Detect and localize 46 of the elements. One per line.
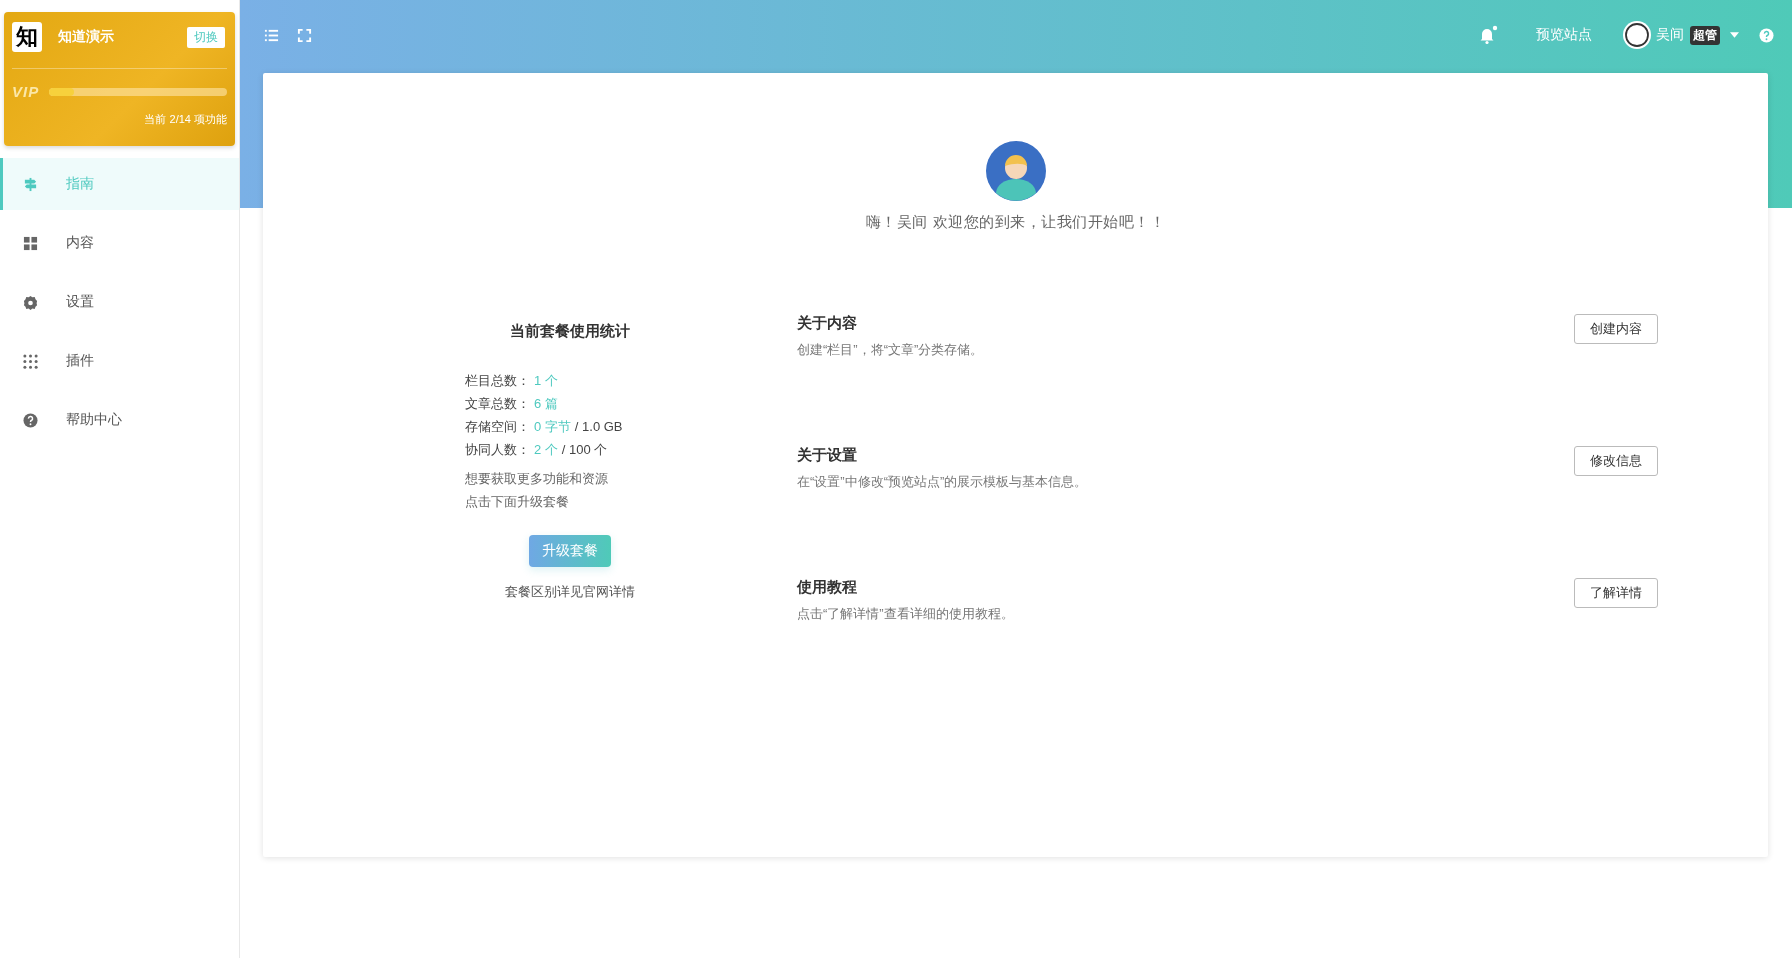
grid-icon [23,235,38,251]
caret-icon [1730,32,1739,38]
stat-label: 存储空间： [465,418,530,436]
section-description: 点击“了解详情”查看详细的使用教程。 [797,605,1014,623]
section-button[interactable]: 了解详情 [1574,578,1658,608]
role-badge: 超管 [1690,25,1720,45]
sidebar-item[interactable]: 内容 [0,217,239,269]
signpost-icon [23,176,38,192]
stat-label: 协同人数： [465,441,530,459]
help-icon[interactable] [1759,27,1774,43]
section-title: 关于设置 [797,446,858,465]
sidebar-item[interactable]: 设置 [0,276,239,328]
plan-title: 当前套餐使用统计 [510,322,630,341]
vip-label: VIP [12,83,40,100]
stat-limit: / 100 个 [561,441,608,459]
bell-icon[interactable] [1478,25,1498,45]
hint-text: 点击下面升级套餐 [465,493,570,511]
stat-limit: / 1.0 GB [574,418,623,436]
section-button[interactable]: 创建内容 [1574,314,1658,344]
settings-icon [23,294,38,310]
user-avatar-icon [985,141,1046,201]
dots-grid-icon [23,353,38,369]
avatar-icon [1622,20,1652,50]
sidebar-item[interactable]: 帮助中心 [0,394,239,446]
section-description: 在“设置”中修改“预览站点”的展示模板与基本信息。 [797,473,1088,491]
help-icon [23,412,38,428]
plan-footnote: 套餐区别详见官网详情 [505,583,635,601]
user-menu[interactable]: 吴间 超管 [1622,20,1739,50]
stat-value: 6 篇 [534,395,558,413]
section-title: 关于内容 [797,314,858,333]
menu-icon[interactable] [264,27,279,43]
fullscreen-icon[interactable] [297,27,312,43]
stat-value: 2 个 [534,441,558,459]
logo: 知 [12,22,42,52]
stat-value: 1 个 [534,372,558,390]
section-description: 创建“栏目”，将“文章”分类存储。 [797,341,984,359]
hint-text: 想要获取更多功能和资源 [465,470,609,488]
stat-value: 0 字节 [534,418,571,436]
sidebar-item[interactable]: 插件 [0,335,239,387]
section-button[interactable]: 修改信息 [1574,446,1658,476]
section-title: 使用教程 [797,578,858,597]
usage-text: 当前 2/14 项功能 [143,112,227,127]
stat-label: 栏目总数： [465,372,530,390]
site-name: 知道演示 [58,28,115,46]
welcome-text: 嗨！吴间 欢迎您的到来，让我们开始吧！！ [865,213,1166,232]
stat-label: 文章总数： [465,395,530,413]
